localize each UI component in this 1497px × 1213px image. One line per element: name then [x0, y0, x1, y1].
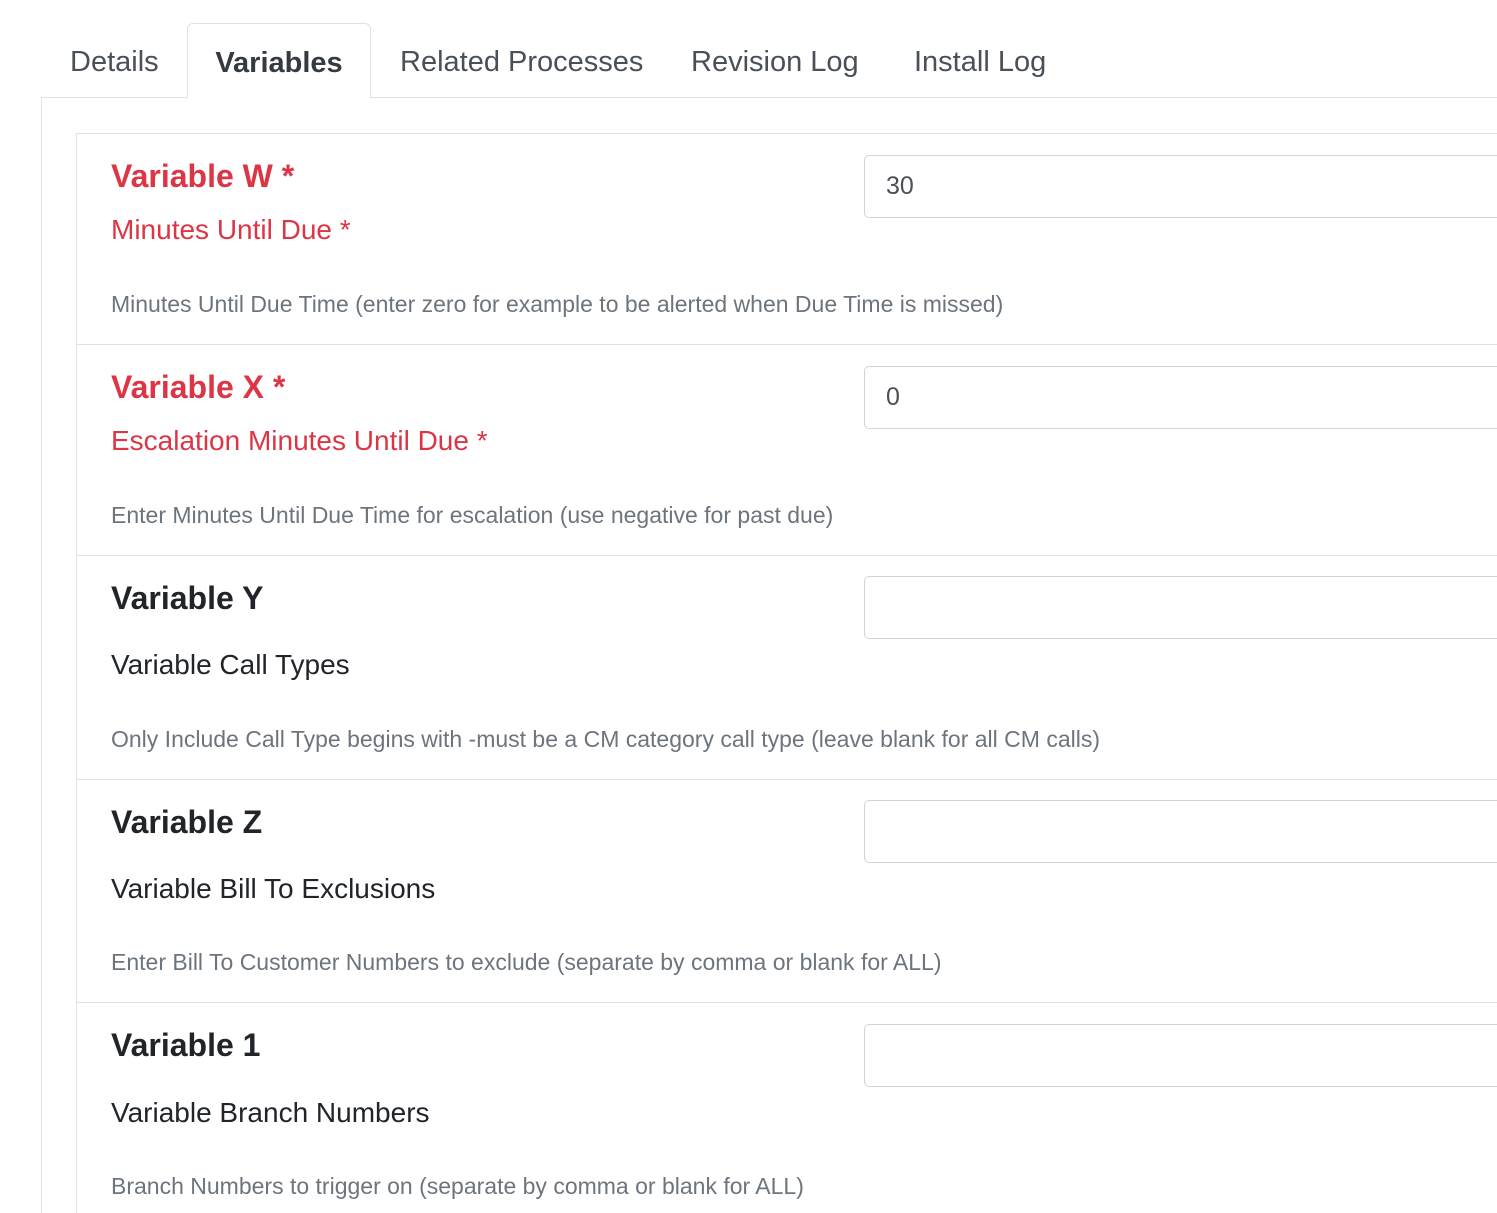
variable-title: Variable Y: [111, 580, 264, 616]
variable-row-1: Variable 1 Variable Branch Numbers Branc…: [77, 1003, 1497, 1213]
variable-help-text: Only Include Call Type begins with -must…: [111, 726, 1100, 752]
variable-help-text: Minutes Until Due Time (enter zero for e…: [111, 291, 1004, 317]
variable-title: Variable X *: [111, 369, 286, 405]
variable-row-w: Variable W * Minutes Until Due * Minutes…: [77, 134, 1497, 345]
tab-revision-log[interactable]: Revision Log: [691, 23, 859, 98]
variable-help-text: Branch Numbers to trigger on (separate b…: [111, 1173, 804, 1199]
variable-label: Minutes Until Due *: [111, 214, 351, 245]
variable-label: Variable Branch Numbers: [111, 1097, 430, 1128]
tab-install-log[interactable]: Install Log: [914, 23, 1046, 98]
variable-row-x: Variable X * Escalation Minutes Until Du…: [77, 345, 1497, 556]
variable-label: Variable Bill To Exclusions: [111, 873, 436, 904]
tab-related-processes[interactable]: Related Processes: [400, 23, 643, 98]
variable-help-text: Enter Bill To Customer Numbers to exclud…: [111, 949, 942, 975]
variable-title: Variable 1: [111, 1027, 261, 1063]
variable-row-z: Variable Z Variable Bill To Exclusions E…: [77, 780, 1497, 1003]
tab-variables[interactable]: Variables: [187, 23, 371, 99]
variable-label: Escalation Minutes Until Due *: [111, 425, 488, 456]
variable-w-input[interactable]: [864, 155, 1497, 218]
tab-details[interactable]: Details: [70, 23, 159, 98]
variable-label: Variable Call Types: [111, 649, 350, 680]
variable-z-input[interactable]: [864, 800, 1497, 863]
variable-row-y: Variable Y Variable Call Types Only Incl…: [77, 556, 1497, 780]
tab-bar: Details Variables Related Processes Revi…: [41, 23, 1497, 99]
variable-help-text: Enter Minutes Until Due Time for escalat…: [111, 502, 834, 528]
variable-title: Variable W *: [111, 158, 295, 194]
variable-y-input[interactable]: [864, 576, 1497, 639]
variable-title: Variable Z: [111, 804, 263, 840]
variable-x-input[interactable]: [864, 366, 1497, 429]
variable-1-input[interactable]: [864, 1024, 1497, 1087]
